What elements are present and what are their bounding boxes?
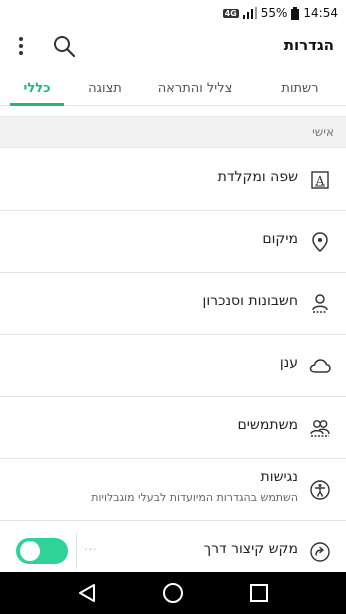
clock: 14:54 <box>303 6 338 20</box>
tab-sound-notification[interactable]: צליל והתראה <box>140 70 250 106</box>
navigation-bar <box>0 572 346 614</box>
settings-item-users[interactable]: משתמשים <box>0 397 346 459</box>
settings-item-subtitle: השתמש בהגדרות המיועדות לבעלי מוגבלויות <box>91 491 298 504</box>
settings-list: A שפה ומקלדת מיקום חשבונות וסנכרון ענן מ… <box>0 149 346 583</box>
tab-bar: כללי תצוגה צליל והתראה רשתות <box>0 70 346 106</box>
shortcut-key-toggle[interactable] <box>16 538 68 564</box>
home-icon[interactable] <box>157 577 189 609</box>
network-badge: 4G <box>222 8 239 18</box>
battery-percent: 55% <box>260 6 288 20</box>
settings-item-language[interactable]: A שפה ומקלדת <box>0 149 346 211</box>
settings-item-label: משתמשים <box>237 417 298 433</box>
location-pin-icon <box>308 230 332 254</box>
settings-item-label: נגישות <box>260 469 298 485</box>
cloud-icon <box>308 354 332 378</box>
signal-icon <box>242 7 257 19</box>
active-tab-indicator <box>10 103 64 106</box>
battery-icon <box>291 6 300 20</box>
settings-item-accounts-sync[interactable]: חשבונות וסנכרון <box>0 273 346 335</box>
page-title: הגדרות <box>283 36 334 54</box>
divider <box>76 533 77 569</box>
settings-item-label: שפה ומקלדת <box>217 169 298 185</box>
language-keyboard-icon: A <box>308 168 332 192</box>
status-bar: 4G 55% 14:54 <box>0 0 346 26</box>
more-options-icon[interactable] <box>10 32 32 60</box>
tab-networks[interactable]: רשתות <box>260 70 340 106</box>
settings-item-accessibility[interactable]: נגישות השתמש בהגדרות המיועדות לבעלי מוגב… <box>0 459 346 521</box>
app-bar: הגדרות <box>0 26 346 66</box>
settings-item-cloud[interactable]: ענן <box>0 335 346 397</box>
accessibility-icon <box>308 478 332 502</box>
settings-item-label: חשבונות וסנכרון <box>202 293 298 309</box>
recent-apps-icon[interactable] <box>243 577 275 609</box>
section-header: אישי <box>0 116 346 148</box>
tab-display[interactable]: תצוגה <box>70 70 140 106</box>
shortcut-key-icon <box>308 540 332 564</box>
back-icon[interactable] <box>71 577 103 609</box>
settings-item-label: ענן <box>279 355 298 371</box>
settings-item-location[interactable]: מיקום <box>0 211 346 273</box>
section-title: אישי <box>312 125 334 139</box>
tab-general[interactable]: כללי <box>4 70 70 106</box>
search-icon[interactable] <box>50 32 78 60</box>
toggle-knob <box>20 541 40 561</box>
settings-item-label: מיקום <box>262 231 298 247</box>
accounts-sync-icon <box>308 292 332 316</box>
drag-handle-dots: ··· <box>84 543 98 556</box>
users-icon <box>308 416 332 440</box>
settings-item-label: מקש קיצור דרך <box>203 541 298 557</box>
